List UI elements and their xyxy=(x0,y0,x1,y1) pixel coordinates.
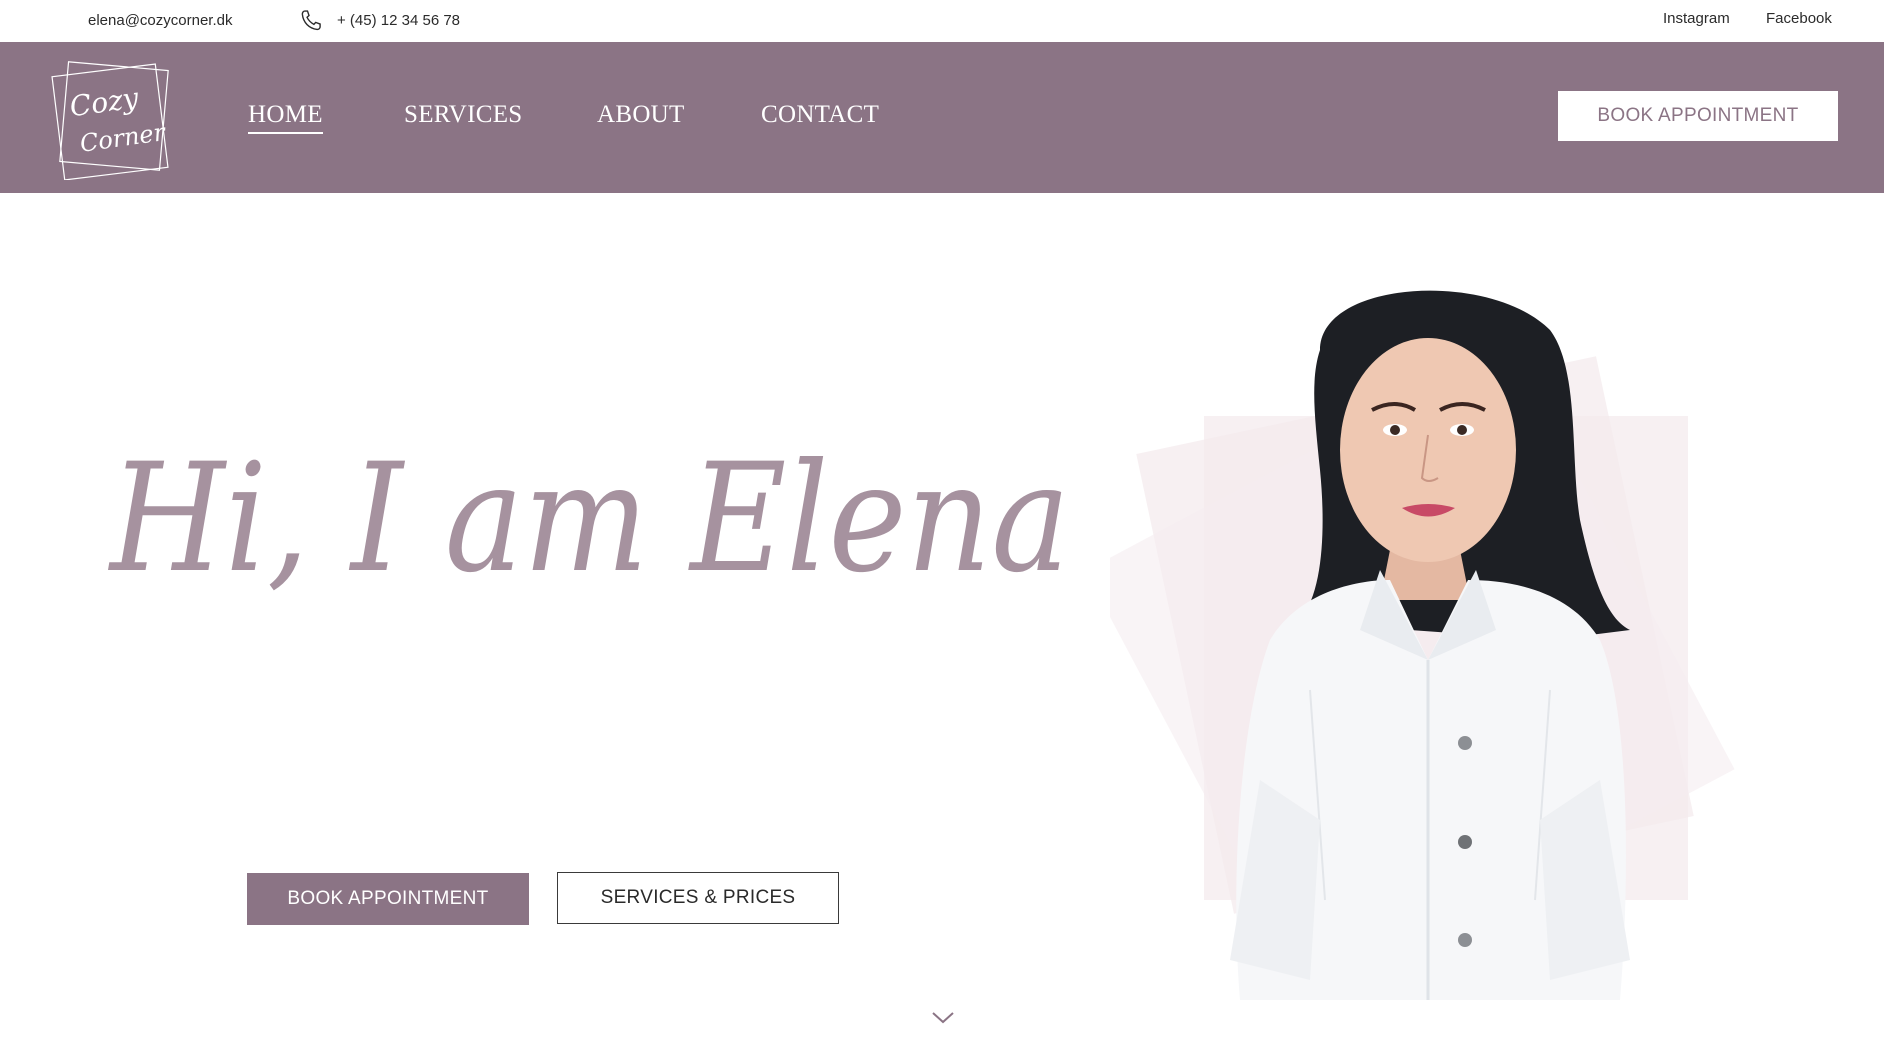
cozy-corner-logo[interactable]: Cozy Corner xyxy=(48,56,176,181)
nav-services[interactable]: SERVICES xyxy=(404,102,522,127)
logo-text-cozy: Cozy xyxy=(68,81,142,123)
top-contact-bar: elena@cozycorner.dk + (45) 12 34 56 78 I… xyxy=(0,0,1884,42)
logo-text-corner: Corner xyxy=(78,118,168,158)
instagram-link[interactable]: Instagram xyxy=(1663,10,1730,27)
phone-link[interactable]: + (45) 12 34 56 78 xyxy=(337,12,460,29)
services-prices-button[interactable]: SERVICES & PRICES xyxy=(557,872,839,924)
nav-contact[interactable]: CONTACT xyxy=(761,102,879,127)
hero-heading-text: Hi, I am Elena xyxy=(107,432,1070,606)
phone-icon xyxy=(297,7,325,35)
nav-about[interactable]: ABOUT xyxy=(597,102,685,127)
header-book-appointment-button[interactable]: BOOK APPOINTMENT xyxy=(1558,91,1838,141)
nav-home[interactable]: HOME xyxy=(248,102,323,134)
chevron-down-icon[interactable] xyxy=(930,1008,956,1026)
facebook-link[interactable]: Facebook xyxy=(1766,10,1832,27)
hero-book-appointment-button[interactable]: BOOK APPOINTMENT xyxy=(247,873,529,925)
main-navigation: Cozy Corner HOME SERVICES ABOUT CONTACT … xyxy=(0,42,1884,193)
hero-heading: Hi, I am Elena xyxy=(107,432,1070,606)
portrait-image xyxy=(1085,260,1790,1000)
email-link[interactable]: elena@cozycorner.dk xyxy=(88,12,232,29)
